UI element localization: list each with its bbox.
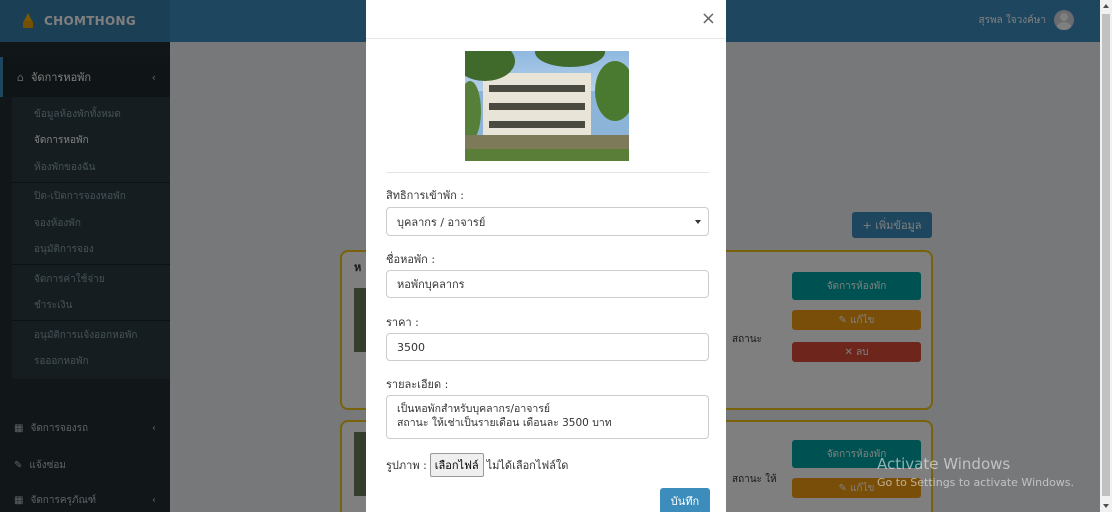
choose-file-button[interactable]: เลือกไฟล์: [429, 453, 484, 477]
scroll-up-icon[interactable]: [1103, 4, 1109, 8]
rights-label: สิทธิการเข้าพัก :: [386, 189, 464, 202]
watermark-subtitle: Go to Settings to activate Windows.: [877, 476, 1075, 489]
detail-textarea[interactable]: เป็นหอพักสำหรับบุคลากร/อาจารย์ สถานะ ให้…: [386, 395, 709, 439]
scroll-down-icon[interactable]: [1103, 504, 1109, 508]
divider: [366, 38, 726, 39]
rights-select-value: บุคลากร / อาจารย์: [397, 215, 486, 229]
price-input[interactable]: 3500: [386, 333, 709, 361]
image-upload-row: รูปภาพ : เลือกไฟล์ ไม่ได้เลือกไฟล์ใด: [386, 453, 568, 477]
windows-activation-watermark: Activate Windows Go to Settings to activ…: [877, 455, 1074, 489]
dorm-photo: [465, 51, 629, 161]
dorm-name-label: ชื่อหอพัก :: [386, 253, 436, 266]
file-status: ไม่ได้เลือกไฟล์ใด: [486, 459, 569, 472]
price-label: ราคา :: [386, 316, 419, 329]
detail-label: รายละเอียด :: [386, 378, 449, 391]
close-icon[interactable]: ×: [701, 8, 716, 29]
watermark-title: Activate Windows: [877, 455, 1011, 473]
divider: [386, 172, 709, 173]
dorm-name-input[interactable]: หอพักบุคลากร: [386, 270, 709, 298]
scrollbar-thumb[interactable]: [1102, 14, 1110, 496]
edit-dorm-modal: × สิทธิการเข้าพัก : บุคลากร / อาจารย์ ชื…: [366, 0, 726, 512]
page-scrollbar[interactable]: [1100, 0, 1112, 512]
save-button[interactable]: บันทึก: [660, 488, 710, 512]
image-label: รูปภาพ :: [386, 459, 427, 472]
rights-select[interactable]: บุคลากร / อาจารย์: [386, 207, 709, 236]
chevron-down-icon: [695, 220, 701, 224]
